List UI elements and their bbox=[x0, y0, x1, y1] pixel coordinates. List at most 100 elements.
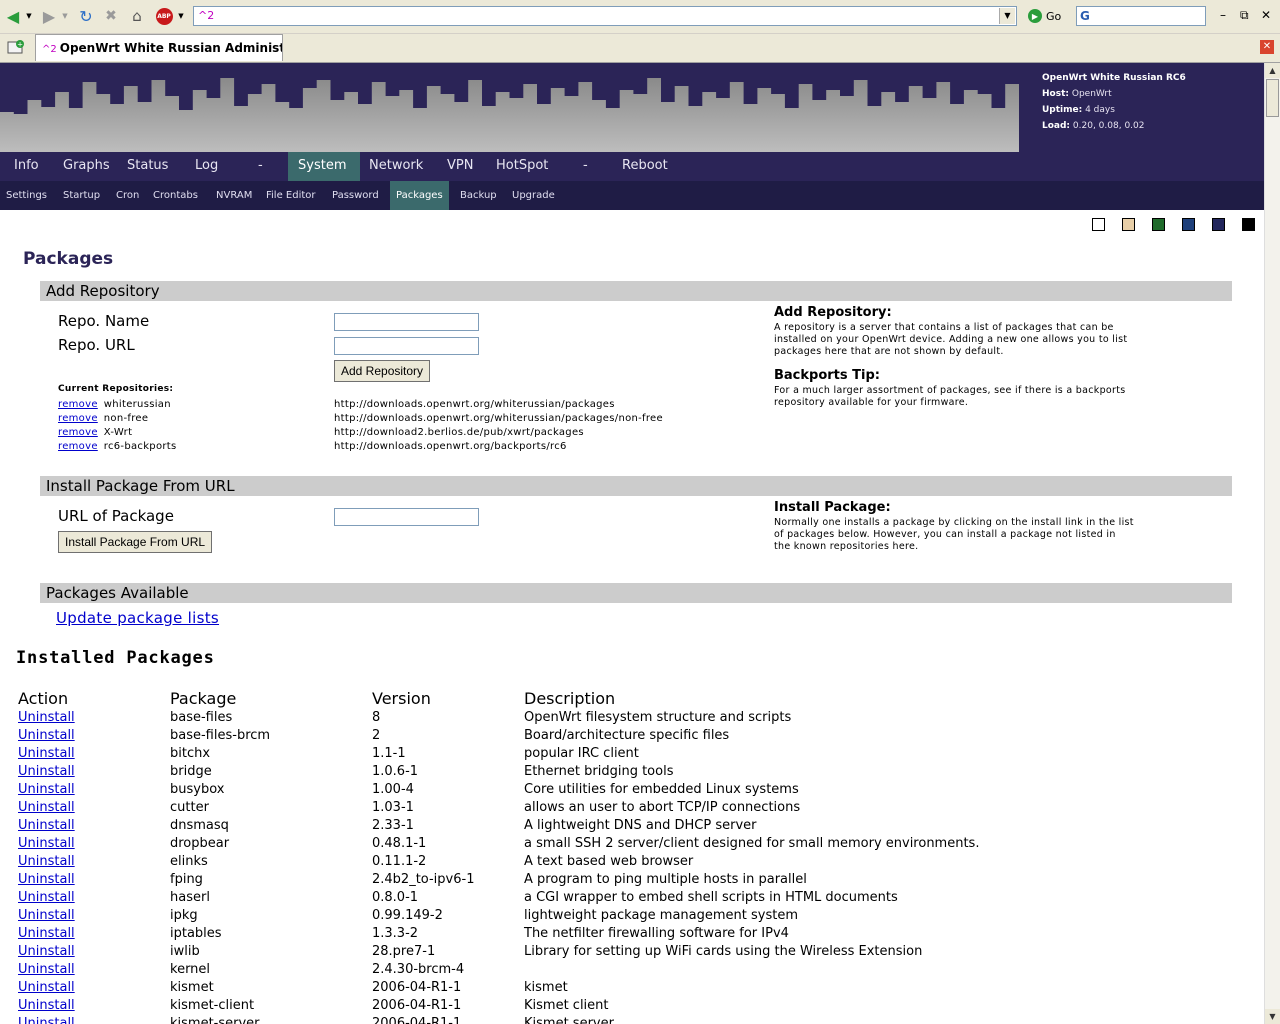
nav-log[interactable]: Log bbox=[185, 152, 228, 181]
table-row: Uninstall bitchx 1.1-1 popular IRC client bbox=[0, 745, 1264, 763]
restore-icon[interactable]: ⧉ bbox=[1240, 8, 1249, 23]
scroll-up-icon[interactable]: ▲ bbox=[1265, 63, 1280, 78]
package-version: 1.3.3-2 bbox=[372, 926, 419, 941]
uninstall-link[interactable]: Uninstall bbox=[18, 907, 75, 925]
install-from-url-button[interactable]: Install Package From URL bbox=[58, 531, 213, 553]
color-swatch[interactable] bbox=[1242, 218, 1255, 231]
home-icon[interactable]: ⌂ bbox=[128, 6, 146, 26]
address-dropdown-icon[interactable]: ▼ bbox=[999, 8, 1015, 24]
remove-repository-link[interactable]: remove bbox=[58, 441, 98, 452]
color-swatch[interactable] bbox=[1152, 218, 1165, 231]
adblock-icon[interactable]: ABP bbox=[155, 6, 173, 26]
uninstall-link[interactable]: Uninstall bbox=[18, 745, 75, 763]
stop-icon[interactable]: ✖ bbox=[102, 6, 120, 26]
uninstall-link[interactable]: Uninstall bbox=[18, 763, 75, 781]
back-icon[interactable]: ◀ bbox=[4, 6, 22, 26]
tab-title: OpenWrt White Russian Administrati... bbox=[59, 41, 282, 55]
close-tab-icon[interactable]: ✕ bbox=[1260, 40, 1274, 54]
remove-repository-link[interactable]: remove bbox=[58, 427, 98, 438]
nav-reboot[interactable]: Reboot bbox=[612, 152, 678, 181]
add-repository-button[interactable]: Add Repository bbox=[334, 360, 431, 382]
section-packages-available: Packages Available bbox=[40, 583, 1232, 603]
color-swatch[interactable] bbox=[1182, 218, 1195, 231]
forward-dropdown-icon[interactable]: ▼ bbox=[60, 6, 70, 26]
subnav-crontabs[interactable]: Crontabs bbox=[147, 181, 204, 210]
nav-network[interactable]: Network bbox=[359, 152, 433, 181]
minimize-icon[interactable]: – bbox=[1220, 8, 1226, 22]
uninstall-link[interactable]: Uninstall bbox=[18, 871, 75, 889]
package-name: kismet-client bbox=[170, 998, 255, 1013]
page-scrollbar[interactable]: ▲ ▼ bbox=[1264, 63, 1280, 1024]
google-icon: G bbox=[1080, 9, 1090, 23]
new-tab-icon[interactable]: + bbox=[7, 39, 25, 55]
subnav-cron[interactable]: Cron bbox=[110, 181, 145, 210]
help-backports-title: Backports Tip: bbox=[774, 368, 880, 383]
scroll-down-icon[interactable]: ▼ bbox=[1265, 1009, 1280, 1024]
remove-repository-link[interactable]: remove bbox=[58, 413, 98, 424]
package-version: 2006-04-R1-1 bbox=[372, 980, 462, 995]
subnav-upgrade[interactable]: Upgrade bbox=[506, 181, 561, 210]
package-version: 2006-04-R1-1 bbox=[372, 1016, 462, 1024]
subnav-file-editor[interactable]: File Editor bbox=[260, 181, 322, 210]
forward-icon[interactable]: ▶ bbox=[40, 6, 58, 26]
nav-system[interactable]: System bbox=[288, 152, 360, 181]
search-input[interactable]: G bbox=[1076, 6, 1206, 26]
nav-status[interactable]: Status bbox=[117, 152, 178, 181]
update-package-lists-link[interactable]: Update package lists bbox=[56, 609, 219, 627]
nav-hotspot[interactable]: HotSpot bbox=[486, 152, 558, 181]
router-title: OpenWrt White Russian RC6 bbox=[1042, 73, 1186, 83]
uninstall-link[interactable]: Uninstall bbox=[18, 1015, 75, 1024]
adblock-dropdown-icon[interactable]: ▼ bbox=[176, 6, 186, 26]
color-swatch[interactable] bbox=[1212, 218, 1225, 231]
package-name: haserl bbox=[170, 890, 210, 905]
color-swatch[interactable] bbox=[1122, 218, 1135, 231]
uninstall-link[interactable]: Uninstall bbox=[18, 727, 75, 745]
repository-url: http://downloads.openwrt.org/backports/r… bbox=[334, 441, 567, 452]
subnav-settings[interactable]: Settings bbox=[0, 181, 53, 210]
scroll-thumb[interactable] bbox=[1266, 79, 1279, 117]
uninstall-link[interactable]: Uninstall bbox=[18, 799, 75, 817]
uninstall-link[interactable]: Uninstall bbox=[18, 817, 75, 835]
color-swatch[interactable] bbox=[1092, 218, 1105, 231]
go-button[interactable]: ▶ Go bbox=[1028, 6, 1061, 26]
package-description: A text based web browser bbox=[524, 854, 694, 869]
uninstall-link[interactable]: Uninstall bbox=[18, 979, 75, 997]
uninstall-link[interactable]: Uninstall bbox=[18, 781, 75, 799]
uninstall-link[interactable]: Uninstall bbox=[18, 709, 75, 727]
uninstall-link[interactable]: Uninstall bbox=[18, 889, 75, 907]
subnav-nvram[interactable]: NVRAM bbox=[210, 181, 258, 210]
repo-name-input[interactable] bbox=[334, 313, 479, 331]
nav-graphs[interactable]: Graphs bbox=[53, 152, 120, 181]
reload-icon[interactable]: ↻ bbox=[77, 6, 95, 26]
table-row: Uninstall haserl 0.8.0-1 a CGI wrapper to e… bbox=[0, 889, 1264, 907]
package-name: ipkg bbox=[170, 908, 198, 923]
uninstall-link[interactable]: Uninstall bbox=[18, 961, 75, 979]
uninstall-link[interactable]: Uninstall bbox=[18, 997, 75, 1015]
back-dropdown-icon[interactable]: ▼ bbox=[24, 6, 34, 26]
subnav-backup[interactable]: Backup bbox=[454, 181, 503, 210]
subnav-packages[interactable]: Packages bbox=[390, 181, 449, 210]
package-version: 0.48.1-1 bbox=[372, 836, 427, 851]
uninstall-link[interactable]: Uninstall bbox=[18, 835, 75, 853]
uninstall-link[interactable]: Uninstall bbox=[18, 925, 75, 943]
package-description: Core utilities for embedded Linux system… bbox=[524, 782, 799, 797]
package-version: 0.8.0-1 bbox=[372, 890, 419, 905]
subnav-startup[interactable]: Startup bbox=[57, 181, 106, 210]
table-row: Uninstall ipkg 0.99.149-2 lightweight packa… bbox=[0, 907, 1264, 925]
package-url-label: URL of Package bbox=[58, 507, 174, 525]
uninstall-link[interactable]: Uninstall bbox=[18, 853, 75, 871]
address-bar[interactable]: ^2 ▼ bbox=[193, 6, 1017, 26]
col-header-version: Version bbox=[372, 689, 431, 708]
package-description: A program to ping multiple hosts in para… bbox=[524, 872, 807, 887]
nav-vpn[interactable]: VPN bbox=[437, 152, 483, 181]
remove-repository-link[interactable]: remove bbox=[58, 399, 98, 410]
package-url-input[interactable] bbox=[334, 508, 479, 526]
page-content: OpenWrt White Russian RC6 Host: OpenWrt … bbox=[0, 63, 1264, 1024]
uninstall-link[interactable]: Uninstall bbox=[18, 943, 75, 961]
subnav-password[interactable]: Password bbox=[326, 181, 385, 210]
nav-info[interactable]: Info bbox=[4, 152, 49, 181]
repo-url-input[interactable] bbox=[334, 337, 479, 355]
tab-openwrt[interactable]: ^2OpenWrt White Russian Administrati... bbox=[35, 34, 283, 61]
window-close-icon[interactable]: ✕ bbox=[1261, 8, 1271, 22]
section-install-from-url: Install Package From URL bbox=[40, 476, 1232, 496]
